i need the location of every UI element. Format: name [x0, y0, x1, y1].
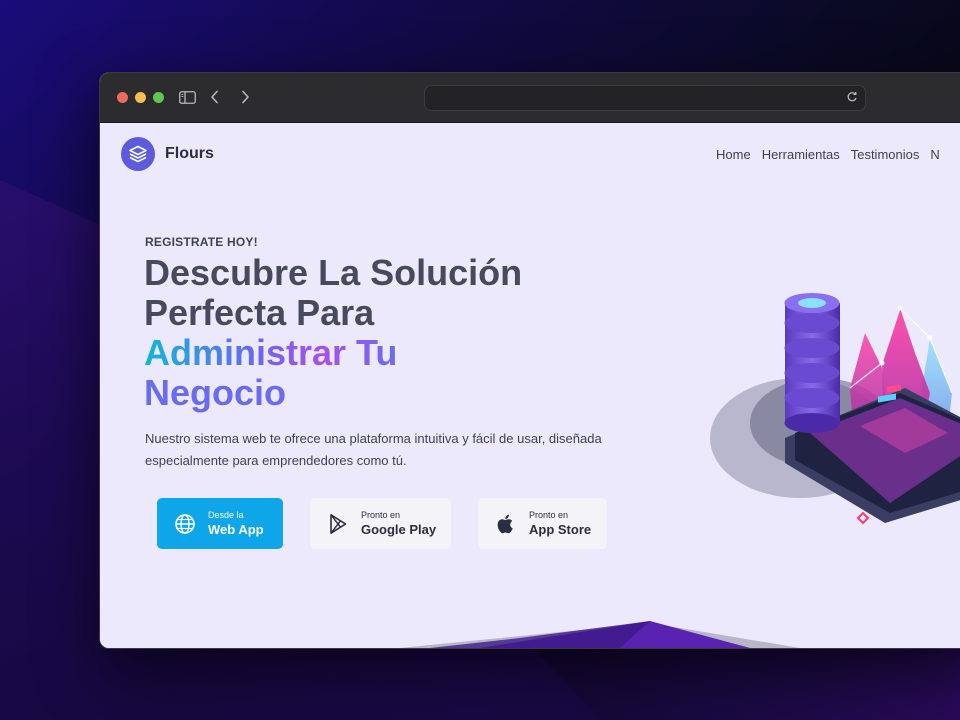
bottom-wave: [400, 621, 800, 648]
headline-line-2: Perfecta Para: [144, 292, 375, 333]
database-icon: [784, 293, 840, 433]
browser-titlebar: [100, 73, 960, 123]
reload-icon[interactable]: [845, 90, 859, 104]
browser-window: Flours Home Herramientas Testimonios N R…: [99, 72, 960, 649]
sidebar-icon[interactable]: [177, 87, 197, 107]
landing-page: Flours Home Herramientas Testimonios N R…: [100, 123, 960, 648]
google-play-small-label: Pronto en: [361, 509, 401, 520]
chevron-right-icon[interactable]: [235, 87, 255, 107]
nav-item-herramientas[interactable]: Herramientas: [762, 147, 840, 162]
main-nav: Home Herramientas Testimonios N: [716, 147, 951, 162]
headline-highlight: Administrar Tu: [144, 332, 398, 373]
app-store-label: App Store: [529, 521, 592, 537]
hero-illustration: [710, 293, 960, 525]
hero-eyebrow: REGISTRATE HOY!: [145, 235, 258, 249]
web-app-button[interactable]: Desde la Web App: [157, 498, 283, 549]
nav-item-truncated[interactable]: N: [930, 147, 939, 162]
close-window-button[interactable]: [117, 92, 128, 103]
brand-logo[interactable]: Flours: [121, 137, 214, 171]
google-play-button[interactable]: Pronto en Google Play: [310, 498, 451, 549]
maximize-window-button[interactable]: [153, 92, 164, 103]
headline-line-1: Descubre La Solución: [144, 252, 523, 293]
app-store-button[interactable]: Pronto en App Store: [478, 498, 607, 549]
hero-headline: Descubre La Solución Perfecta Para Admin…: [144, 253, 664, 413]
hero-description: Nuestro sistema web te ofrece una plataf…: [145, 431, 602, 468]
web-app-small-label: Desde la: [208, 509, 244, 520]
chevron-left-icon[interactable]: [205, 87, 225, 107]
headline-line-4: Negocio: [144, 372, 287, 413]
globe-icon: [173, 512, 197, 536]
apple-icon: [494, 512, 518, 536]
layers-icon: [121, 137, 155, 171]
nav-item-home[interactable]: Home: [716, 147, 751, 162]
web-app-label: Web App: [208, 521, 264, 537]
minimize-window-button[interactable]: [135, 92, 146, 103]
app-store-small-label: Pronto en: [529, 509, 569, 520]
brand-name: Flours: [165, 145, 214, 162]
nav-item-testimonios[interactable]: Testimonios: [851, 147, 920, 162]
play-store-icon: [326, 512, 350, 536]
address-bar[interactable]: [424, 85, 866, 111]
google-play-label: Google Play: [361, 521, 437, 537]
